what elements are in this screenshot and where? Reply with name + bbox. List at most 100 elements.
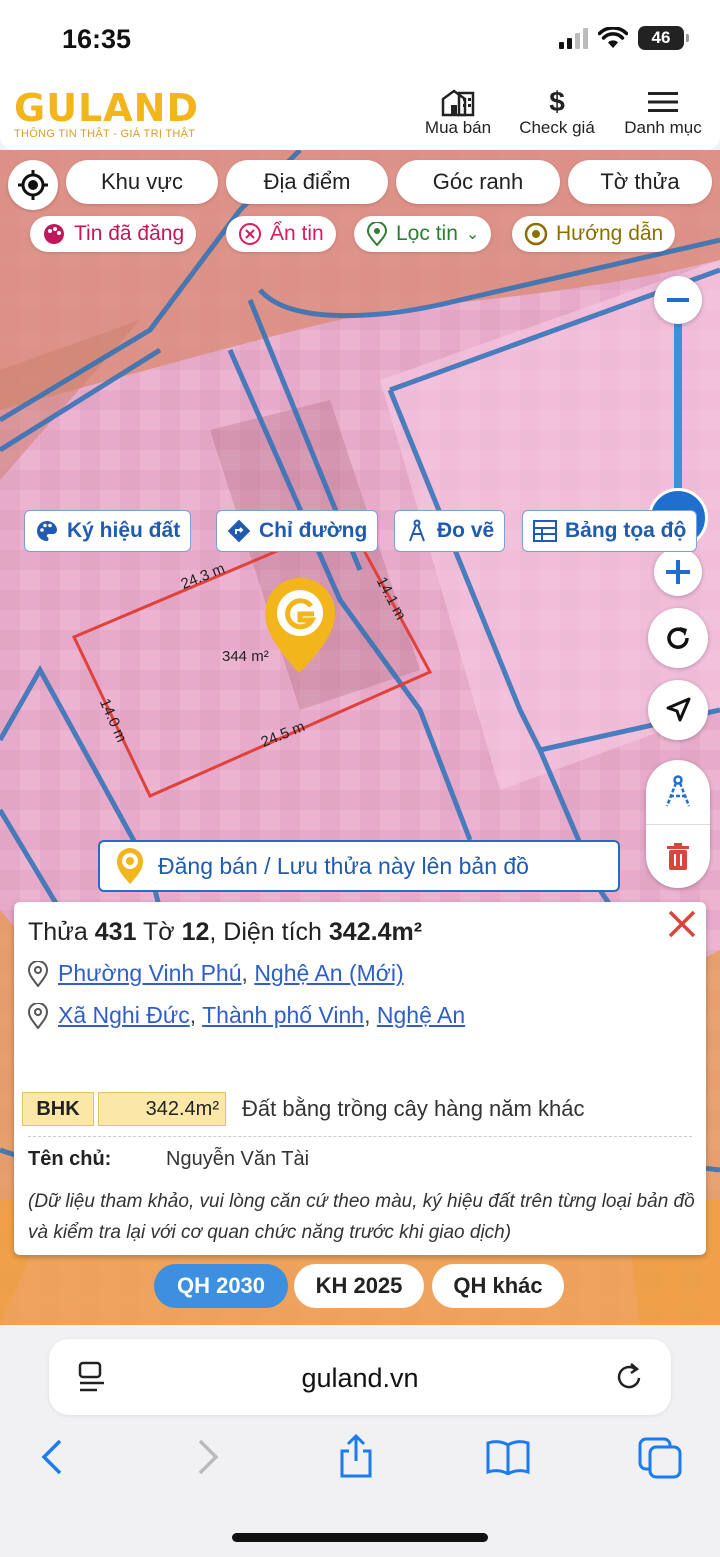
post-parcel-bar[interactable]: Đăng bán / Lưu thửa này lên bản đồ	[98, 840, 620, 892]
close-card-button[interactable]	[662, 904, 702, 944]
navigate-button[interactable]	[648, 680, 708, 740]
signal-icon	[559, 27, 588, 49]
tab-kh-2025[interactable]: KH 2025	[294, 1264, 424, 1308]
wifi-icon	[598, 27, 628, 48]
map-view[interactable]: 24.3 m 14.1 m 24.5 m 14.0 m 344 m² Khu v…	[0, 150, 720, 1325]
posted-listings-label: Tin đã đăng	[74, 222, 185, 245]
location-pin-icon	[28, 960, 48, 987]
status-icons: 46	[559, 26, 689, 50]
ward-link[interactable]: Phường Vinh Phú	[58, 960, 242, 986]
status-time: 16:35	[62, 24, 132, 54]
hide-listings-label: Ẩn tin	[270, 222, 324, 245]
guland-logo[interactable]: GULAND THÔNG TIN THẬT - GIÁ TRỊ THẬT	[14, 86, 199, 140]
measure-draw-button[interactable]	[646, 760, 710, 824]
delete-drawing-button[interactable]	[646, 824, 710, 888]
share-icon[interactable]	[338, 1433, 374, 1479]
check-price-button[interactable]: $ Check giá	[514, 86, 600, 138]
minus-icon	[667, 298, 689, 302]
address-old: Xã Nghi Đức, Thành phố Vinh, Nghệ An	[28, 1002, 465, 1029]
compass-icon	[409, 519, 425, 542]
sheet-number: 12	[181, 918, 210, 946]
address-bar[interactable]: guland.vn	[49, 1339, 671, 1415]
home-indicator[interactable]	[232, 1533, 488, 1542]
hide-listings-pill[interactable]: Ẩn tin	[226, 216, 336, 252]
location-pin-icon	[28, 1002, 48, 1029]
measure-label: Đo vẽ	[437, 519, 495, 542]
disclaimer-note: (Dữ liệu tham khảo, vui lòng căn cứ theo…	[28, 1191, 695, 1243]
location-pin-icon	[366, 222, 388, 246]
tab-qh-khac[interactable]: QH khác	[432, 1264, 564, 1308]
palette-icon	[44, 224, 64, 244]
measure-button[interactable]: Đo vẽ	[394, 510, 506, 552]
parcel-number: 431	[94, 918, 137, 946]
filter-listings-label: Lọc tin	[396, 222, 458, 245]
locate-me-button[interactable]	[8, 160, 58, 210]
parcel-area: 342.4m²	[328, 918, 423, 946]
chip-to-thua[interactable]: Tờ thửa	[568, 160, 712, 204]
chevron-down-icon: ⌄	[465, 226, 480, 243]
forward-icon[interactable]	[196, 1437, 220, 1477]
land-use-description: Đất bằng trồng cây hàng năm khác	[242, 1096, 585, 1121]
province-old-link[interactable]: Nghệ An	[377, 1002, 465, 1028]
city-link[interactable]: Thành phố Vinh	[202, 1002, 364, 1028]
bookmarks-icon[interactable]	[486, 1439, 530, 1475]
directions-icon	[227, 519, 251, 543]
palette-icon	[37, 521, 57, 541]
buy-sell-button[interactable]: Mua bán	[420, 86, 496, 138]
directions-button[interactable]: Chỉ đường	[216, 510, 379, 552]
chip-goc-ranh[interactable]: Góc ranh	[396, 160, 560, 204]
reload-icon[interactable]	[615, 1361, 645, 1393]
chip-khu-vuc[interactable]: Khu vực	[66, 160, 218, 204]
guide-pill[interactable]: Hướng dẫn	[512, 216, 676, 252]
land-symbol-label: Ký hiệu đất	[67, 519, 181, 542]
coordinate-table-button[interactable]: Bảng tọa độ	[522, 510, 698, 552]
zoom-out-button[interactable]	[654, 276, 702, 324]
tabs-icon[interactable]	[638, 1437, 682, 1479]
trash-icon	[667, 842, 689, 870]
divider	[28, 1136, 692, 1137]
logo-tagline: THÔNG TIN THẬT - GIÁ TRỊ THẬT	[14, 128, 196, 140]
province-new-link[interactable]: Nghệ An (Mới)	[254, 960, 403, 986]
card-actions: Ký hiệu đất Chỉ đường Đo vẽ Bảng tọa độ	[0, 504, 720, 560]
parcel-area-label: 344 m²	[222, 648, 269, 665]
guland-pin-icon	[117, 848, 143, 884]
tab-qh-2030[interactable]: QH 2030	[154, 1264, 288, 1308]
land-symbol-button[interactable]: Ký hiệu đất	[24, 510, 192, 552]
menu-icon	[618, 86, 708, 118]
guide-label: Hướng dẫn	[556, 222, 664, 245]
land-area-badge: 342.4m²	[98, 1092, 226, 1126]
draw-tools	[646, 760, 710, 888]
address-new: Phường Vinh Phú, Nghệ An (Mới)	[28, 960, 404, 987]
building-icon	[420, 86, 496, 118]
compass-icon	[665, 775, 691, 807]
back-icon[interactable]	[40, 1437, 64, 1477]
parcel-label: Thửa	[28, 918, 95, 946]
plus-icon	[666, 560, 690, 584]
navigation-arrow-icon	[666, 697, 691, 722]
parcel-info-card: Thửa 431 Tờ 12, Diện tích 342.4m² Phường…	[14, 902, 706, 1255]
sheet-label: Tờ	[136, 918, 182, 946]
chip-dia-diem[interactable]: Địa điểm	[226, 160, 388, 204]
filter-listings-pill[interactable]: Lọc tin ⌄	[354, 216, 492, 252]
menu-label: Danh mục	[624, 118, 702, 137]
posted-listings-pill[interactable]: Tin đã đăng	[30, 216, 197, 252]
land-use-row: BHK 342.4m² Đất bằng trồng cây hàng năm …	[22, 1092, 584, 1126]
status-bar: 16:35 46	[0, 0, 720, 80]
area-label: , Diện tích	[209, 918, 329, 946]
menu-button[interactable]: Danh mục	[618, 86, 708, 138]
logo-word: GULAND	[14, 86, 200, 130]
refresh-icon	[667, 627, 689, 649]
post-parcel-label: Đăng bán / Lưu thửa này lên bản đồ	[158, 852, 529, 879]
commune-link[interactable]: Xã Nghi Đức	[58, 1002, 190, 1028]
battery-icon: 46	[638, 26, 689, 50]
owner-name: Nguyễn Văn Tài	[166, 1148, 310, 1170]
close-icon	[668, 910, 696, 938]
crosshair-icon	[18, 170, 48, 200]
dollar-icon: $	[549, 86, 565, 117]
owner-key: Tên chủ:	[28, 1148, 112, 1170]
directions-label: Chỉ đường	[259, 519, 368, 542]
check-price-label: Check giá	[519, 118, 595, 137]
refresh-map-button[interactable]	[648, 608, 708, 668]
app-header: GULAND THÔNG TIN THẬT - GIÁ TRỊ THẬT Mua…	[0, 80, 720, 150]
coordinate-table-label: Bảng tọa độ	[565, 519, 687, 542]
